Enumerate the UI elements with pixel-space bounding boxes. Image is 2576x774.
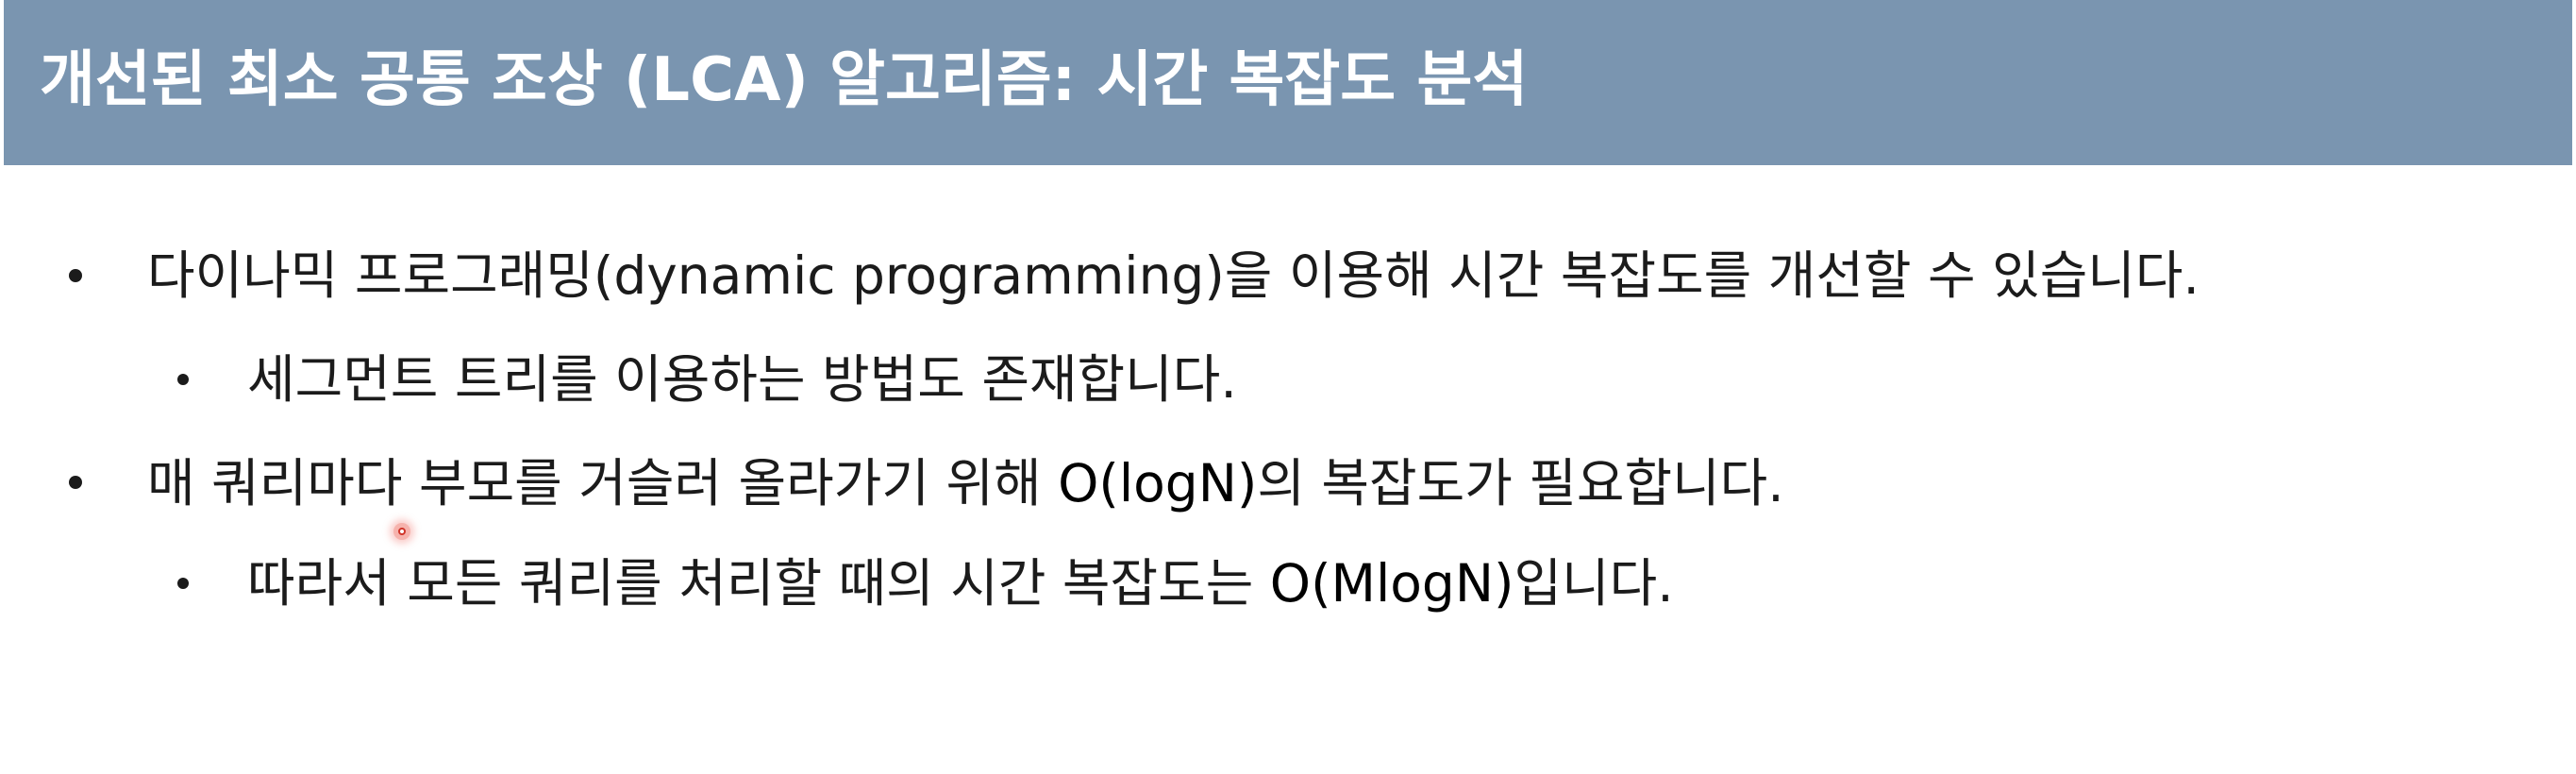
bullet-2: 세그먼트 트리를 이용하는 방법도 존재합니다.: [247, 346, 1237, 412]
bullet-4: 따라서 모든 쿼리를 처리할 때의 시간 복잡도는 O(MlogN)입니다.: [247, 550, 1674, 616]
laser-pointer-icon: [393, 523, 410, 540]
bullet-dot-2: [177, 374, 189, 385]
bullet-4-text: 따라서 모든 쿼리를 처리할 때의 시간 복잡도는: [247, 553, 1270, 614]
bullet-dot-1: [69, 269, 82, 282]
slide-title: 개선된 최소 공통 조상 (LCA) 알고리즘: 시간 복잡도 분석: [40, 45, 1529, 115]
slide: 개선된 최소 공통 조상 (LCA) 알고리즘: 시간 복잡도 분석 다이나믹 …: [0, 0, 2576, 774]
bullet-4-highlight: O(MlogN): [1269, 553, 1514, 614]
bullet-dot-3: [69, 476, 82, 489]
bullet-dot-4: [177, 578, 189, 589]
bullet-3-text: 매 쿼리마다 부모를 거슬러 올라가기 위해: [147, 453, 1059, 513]
bullet-2-text: 세그먼트 트리를 이용하는 방법도 존재합니다.: [247, 349, 1237, 410]
bullet-3-highlight: O(logN): [1058, 453, 1258, 513]
bullet-3: 매 쿼리마다 부모를 거슬러 올라가기 위해 O(logN)의 복잡도가 필요합…: [147, 450, 1784, 516]
title-bar: 개선된 최소 공통 조상 (LCA) 알고리즘: 시간 복잡도 분석: [4, 0, 2572, 165]
bullet-4-suffix: 입니다.: [1514, 553, 1674, 614]
bullet-1: 다이나믹 프로그래밍(dynamic programming)을 이용해 시간 …: [147, 243, 2200, 309]
bullet-1-text: 다이나믹 프로그래밍(dynamic programming)을 이용해 시간 …: [147, 245, 2200, 306]
bullet-3-suffix: 의 복잡도가 필요합니다.: [1257, 453, 1784, 513]
